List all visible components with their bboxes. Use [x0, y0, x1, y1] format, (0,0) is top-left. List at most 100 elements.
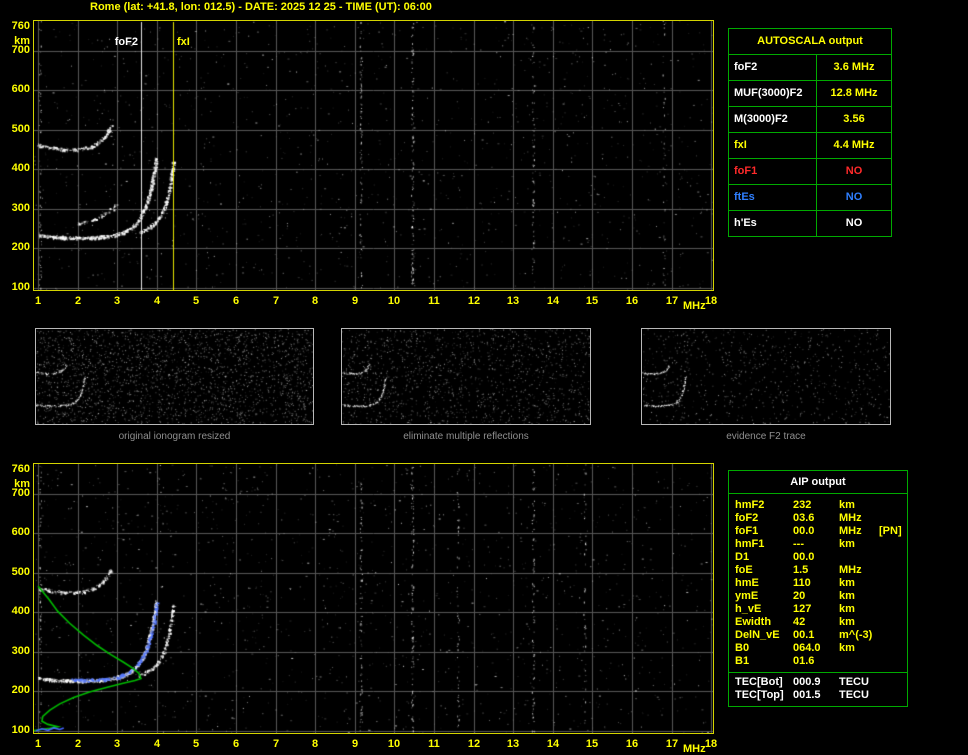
x-tick-1-top: 1	[34, 295, 42, 307]
thumbnail-no-multiples-canvas	[341, 328, 591, 425]
autoscala-row-1: MUF(3000)F2 12.8 MHz	[729, 81, 891, 107]
aip-extra	[879, 616, 907, 629]
x-tick-3-top: 3	[113, 295, 121, 307]
aip-extra	[879, 629, 907, 642]
aip-unit: km	[839, 499, 855, 511]
bottom-ionogram-plot	[33, 463, 714, 734]
x-axis-unit-top: MHz	[683, 300, 706, 312]
thumbnail-original-caption: original ionogram resized	[118, 431, 231, 442]
bottom-ionogram-canvas	[33, 463, 714, 734]
y-tick-760-top: 760	[11, 20, 30, 32]
aip-extra	[879, 590, 907, 603]
thumbnail-no-multiples	[341, 328, 591, 425]
aip-extra	[879, 676, 907, 689]
thumbnail-original	[35, 328, 314, 425]
y-tick-600-top: 600	[11, 83, 30, 95]
fxi-marker-label: fxI	[177, 36, 190, 48]
aip-value: 03.6	[793, 512, 815, 524]
autoscala-param-value: NO	[845, 191, 863, 203]
aip-unit: TECU	[839, 689, 869, 701]
autoscala-param-value: 12.8 MHz	[830, 87, 878, 99]
x-tick-5-bottom: 5	[192, 738, 200, 750]
x-tick-1-bottom: 1	[34, 738, 42, 750]
aip-value: 01.6	[793, 655, 815, 667]
aip-name: TEC[Top]	[735, 689, 784, 701]
aip-value: 00.0	[793, 551, 815, 563]
y-tick-500-bottom: 500	[11, 566, 30, 578]
aip-row-6: hmE 110 km	[729, 577, 907, 590]
aip-unit: TECU	[839, 676, 869, 688]
x-tick-10-top: 10	[387, 295, 401, 307]
aip-value: 00.1	[793, 629, 815, 641]
x-tick-8-top: 8	[311, 295, 319, 307]
aip-name: TEC[Bot]	[735, 676, 783, 688]
aip-value: ---	[793, 538, 804, 550]
aip-unit: km	[839, 538, 855, 550]
aip-row-10: DelN_vE 00.1 m^(-3)	[729, 629, 907, 642]
x-tick-14-bottom: 14	[546, 738, 560, 750]
aip-row-1: foF2 03.6 MHz	[729, 512, 907, 525]
x-axis-unit-bottom: MHz	[683, 743, 706, 755]
thumbnail-no-multiples-caption: eliminate multiple reflections	[403, 431, 529, 442]
y-tick-500-top: 500	[11, 123, 30, 135]
aip-row-5: foE 1.5 MHz	[729, 564, 907, 577]
aip-value: 127	[793, 603, 812, 615]
x-tick-4-bottom: 4	[153, 738, 161, 750]
thumbnail-original-canvas	[35, 328, 314, 425]
aip-value: 001.5	[793, 689, 821, 701]
aip-row-7: ymE 20 km	[729, 590, 907, 603]
aip-value: 42	[793, 616, 806, 628]
aip-value: 20	[793, 590, 806, 602]
aip-output-panel: AIP output hmF2 232 km foF2 03.6 MHz foF1 00.0 M…	[728, 470, 908, 707]
x-tick-6-top: 6	[232, 295, 240, 307]
aip-extra: [PN]	[879, 525, 902, 537]
y-tick-400-top: 400	[11, 162, 30, 174]
x-tick-7-bottom: 7	[272, 738, 280, 750]
page-title: Rome (lat: +41.8, lon: 012.5) - DATE: 20…	[90, 1, 432, 13]
fof2-marker-label: foF2	[114, 36, 138, 48]
autoscala-rows: foF2 3.6 MHz MUF(3000)F2 12.8 MHz M(3000)F2 3…	[729, 55, 891, 236]
autoscala-param-value: NO	[845, 165, 863, 177]
aip-row-4: D1 00.0	[729, 551, 907, 564]
autoscala-row-4: foF1 NO	[729, 159, 891, 185]
aip-name: D1	[735, 551, 750, 563]
x-tick-16-bottom: 16	[625, 738, 639, 750]
aip-name: foF1	[735, 525, 759, 537]
aip-row-3: hmF1 --- km	[729, 538, 907, 551]
x-tick-10-bottom: 10	[387, 738, 401, 750]
y-tick-200-top: 200	[11, 241, 30, 253]
autoscala-row-6: h'Es NO	[729, 211, 891, 236]
x-tick-3-bottom: 3	[113, 738, 121, 750]
autoscala-param-label: fxI	[729, 133, 817, 158]
y-tick-100-bottom: 100	[11, 724, 30, 736]
autoscala-title: AUTOSCALA output	[729, 29, 891, 55]
aip-extra	[879, 577, 907, 590]
autoscala-param-label: ftEs	[729, 185, 817, 210]
aip-extra	[879, 538, 907, 551]
x-tick-12-bottom: 12	[467, 738, 481, 750]
x-tick-11-bottom: 11	[428, 738, 440, 750]
x-tick-8-bottom: 8	[311, 738, 319, 750]
autoscala-row-2: M(3000)F2 3.56	[729, 107, 891, 133]
aip-unit: km	[839, 642, 855, 654]
autoscala-param-value: 4.4 MHz	[833, 139, 875, 151]
x-tick-9-top: 9	[351, 295, 359, 307]
aip-unit: MHz	[839, 564, 862, 576]
aip-extra	[879, 655, 907, 668]
aip-value: 110	[793, 577, 811, 589]
y-tick-760-bottom: 760	[11, 463, 30, 475]
x-tick-6-bottom: 6	[232, 738, 240, 750]
aip-rows: hmF2 232 km foF2 03.6 MHz foF1 00.0 MHz [PN] hmF1 -…	[729, 499, 907, 702]
aip-unit: MHz	[839, 525, 862, 537]
thumbnail-f2-trace-caption: evidence F2 trace	[726, 431, 806, 442]
y-tick-200-bottom: 200	[11, 684, 30, 696]
x-tick-15-bottom: 15	[585, 738, 599, 750]
aip-extra	[879, 642, 907, 655]
aip-unit	[839, 655, 879, 668]
aip-value: 00.0	[793, 525, 815, 537]
aip-extra	[879, 512, 907, 525]
aip-name: hmE	[735, 577, 759, 589]
autoscala-param-value: NO	[845, 217, 863, 229]
x-tick-12-top: 12	[467, 295, 481, 307]
aip-row-2: foF1 00.0 MHz [PN]	[729, 525, 907, 538]
